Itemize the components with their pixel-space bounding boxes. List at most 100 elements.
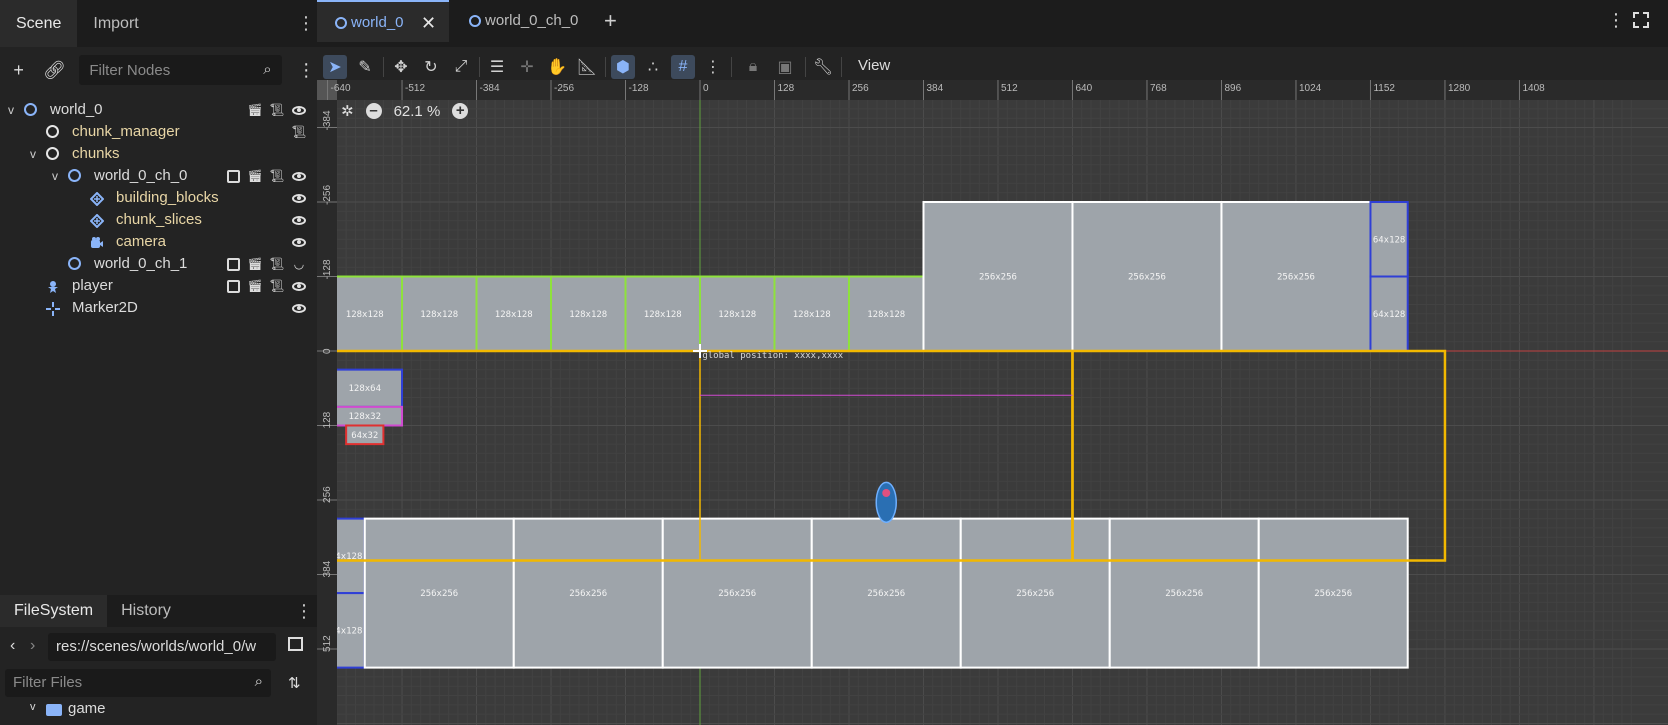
- chevron-down-icon[interactable]: v: [8, 99, 14, 121]
- block-label: 256x256: [569, 589, 607, 599]
- filter-files-input[interactable]: Filter Files ⌕: [5, 669, 271, 697]
- paint-icon[interactable]: ✎: [353, 55, 377, 79]
- open-scene-icon[interactable]: 🎬︎: [247, 168, 263, 184]
- add-node-icon[interactable]: +: [8, 59, 29, 81]
- zoom-in-icon[interactable]: +: [452, 103, 469, 119]
- forward-icon[interactable]: ›: [30, 637, 35, 655]
- unique-node-icon[interactable]: [225, 168, 241, 184]
- lock-icon[interactable]: 🔒︎: [741, 55, 765, 79]
- block-label: 128x128: [867, 310, 905, 320]
- filter-nodes-placeholder: Filter Nodes: [89, 61, 171, 79]
- tree-item-label: world_0: [50, 101, 103, 118]
- snap-options-icon[interactable]: ⋮: [701, 55, 725, 79]
- zoom-out-icon[interactable]: –: [365, 103, 382, 119]
- chevron-down-icon[interactable]: v: [52, 165, 58, 187]
- tab-world-0-ch-0[interactable]: world_0_ch_0: [451, 0, 581, 42]
- smart-snap-icon[interactable]: ⬢: [611, 55, 635, 79]
- visibility-icon[interactable]: [291, 300, 307, 316]
- filesystem-menu-icon[interactable]: ⋮: [295, 595, 313, 627]
- link-icon[interactable]: 🔗︎: [43, 59, 66, 81]
- visibility-icon[interactable]: [291, 102, 307, 118]
- node2d-icon: [335, 17, 347, 29]
- tree-item-chunk-slices[interactable]: chunk_slices: [0, 209, 317, 231]
- move-mode-icon[interactable]: ✥: [389, 55, 413, 79]
- scene-menu-icon[interactable]: ⋮: [296, 59, 317, 81]
- hidden-icon[interactable]: ◡: [291, 256, 307, 272]
- close-icon[interactable]: ✕: [421, 2, 436, 44]
- main-editor: world_0 ✕ world_0_ch_0 + ⋮ ➤ ✎ ✥ ↻ ⤢ ☰ ✛…: [317, 0, 1668, 725]
- split-view-icon[interactable]: [288, 637, 303, 651]
- unique-node-icon[interactable]: [225, 256, 241, 272]
- script-icon[interactable]: 📜︎: [269, 102, 285, 118]
- script-icon[interactable]: 📜︎: [269, 168, 285, 184]
- marker-icon: [46, 301, 60, 316]
- group-icon[interactable]: ▣: [773, 55, 797, 79]
- script-icon[interactable]: 📜︎: [291, 124, 307, 140]
- folder-row[interactable]: v game: [0, 699, 317, 723]
- ruler-label: -640: [331, 83, 351, 94]
- ruler-label: 256: [322, 486, 333, 503]
- chevron-down-icon[interactable]: v: [30, 701, 36, 713]
- zoom-level[interactable]: 62.1 %: [394, 103, 441, 120]
- grid-snap-icon[interactable]: #: [671, 55, 695, 79]
- new-tab-icon[interactable]: +: [604, 8, 617, 34]
- ruler-label: -256: [554, 83, 574, 94]
- list-select-icon[interactable]: ☰: [485, 55, 509, 79]
- tab-world-0[interactable]: world_0 ✕: [317, 0, 449, 42]
- visibility-icon[interactable]: [291, 234, 307, 250]
- ruler-label: 1024: [1299, 83, 1322, 94]
- view-menu[interactable]: View: [858, 57, 890, 74]
- ruler-mode-icon[interactable]: 📐︎: [575, 55, 599, 79]
- tree-item-marker2d[interactable]: Marker2D: [0, 297, 317, 319]
- pivot-icon[interactable]: ✛: [515, 55, 539, 79]
- block-label: 64x128: [1373, 310, 1406, 320]
- open-scene-icon[interactable]: 🎬︎: [247, 102, 263, 118]
- open-scene-icon[interactable]: 🎬︎: [247, 278, 263, 294]
- viewport-canvas[interactable]: 128x128 128x128 128x128 128x128 128x128 128x1…: [317, 80, 1668, 725]
- bone-icon[interactable]: 🔧︎: [811, 55, 835, 79]
- script-icon[interactable]: 📜︎: [269, 256, 285, 272]
- tree-item-world-0[interactable]: v world_0 🎬︎ 📜︎: [0, 99, 317, 121]
- script-icon[interactable]: 📜︎: [269, 278, 285, 294]
- visibility-icon[interactable]: [291, 190, 307, 206]
- tree-item-chunk-manager[interactable]: chunk_manager 📜︎: [0, 121, 317, 143]
- back-icon[interactable]: ‹: [10, 637, 15, 655]
- tab-history[interactable]: History: [107, 595, 185, 627]
- filter-nodes-input[interactable]: Filter Nodes ⌕: [79, 55, 282, 85]
- chevron-down-icon[interactable]: v: [30, 143, 36, 165]
- scale-mode-icon[interactable]: ⤢: [449, 55, 473, 79]
- folder-label: game: [68, 700, 106, 717]
- fullscreen-icon[interactable]: [1633, 12, 1649, 28]
- rotate-mode-icon[interactable]: ↻: [419, 55, 443, 79]
- block-label: 128x128: [569, 310, 607, 320]
- select-mode-icon[interactable]: ➤: [323, 55, 347, 79]
- tab-filesystem[interactable]: FileSystem: [0, 595, 108, 627]
- viewport[interactable]: 128x128 128x128 128x128 128x128 128x128 128x1…: [317, 80, 1668, 725]
- player-sprite[interactable]: [875, 481, 897, 524]
- tab-scene[interactable]: Scene: [0, 0, 78, 47]
- tree-item-camera[interactable]: camera: [0, 231, 317, 253]
- block-label: 128x128: [644, 310, 682, 320]
- pan-mode-icon[interactable]: ✋: [545, 55, 569, 79]
- editor-menu-icon[interactable]: ⋮: [1607, 10, 1625, 31]
- visibility-icon[interactable]: [291, 278, 307, 294]
- path-field[interactable]: res://scenes/worlds/world_0/w: [48, 633, 276, 661]
- tab-import[interactable]: Import: [77, 0, 154, 47]
- block-label: 256x256: [718, 589, 756, 599]
- unique-node-icon[interactable]: [225, 278, 241, 294]
- tree-item-chunks[interactable]: v chunks: [0, 143, 317, 165]
- tree-item-world-0-ch-0[interactable]: v world_0_ch_0 🎬︎ 📜︎: [0, 165, 317, 187]
- open-scene-icon[interactable]: 🎬︎: [247, 256, 263, 272]
- tree-item-world-0-ch-1[interactable]: world_0_ch_1 🎬︎ 📜︎ ◡: [0, 253, 317, 275]
- tab-label: world_0_ch_0: [485, 12, 579, 29]
- tree-item-player[interactable]: player 🎬︎ 📜︎: [0, 275, 317, 297]
- visibility-icon[interactable]: [291, 168, 307, 184]
- tree-item-building-blocks[interactable]: building_blocks: [0, 187, 317, 209]
- snap-icon[interactable]: ∴: [641, 55, 665, 79]
- sort-icon[interactable]: ⇅: [288, 674, 301, 692]
- tree-item-label: building_blocks: [116, 189, 219, 206]
- visibility-icon[interactable]: [291, 212, 307, 228]
- center-view-icon[interactable]: ✲: [341, 102, 354, 120]
- dock-menu-icon[interactable]: ⋮: [297, 0, 315, 47]
- block-label: 128x32: [349, 412, 382, 422]
